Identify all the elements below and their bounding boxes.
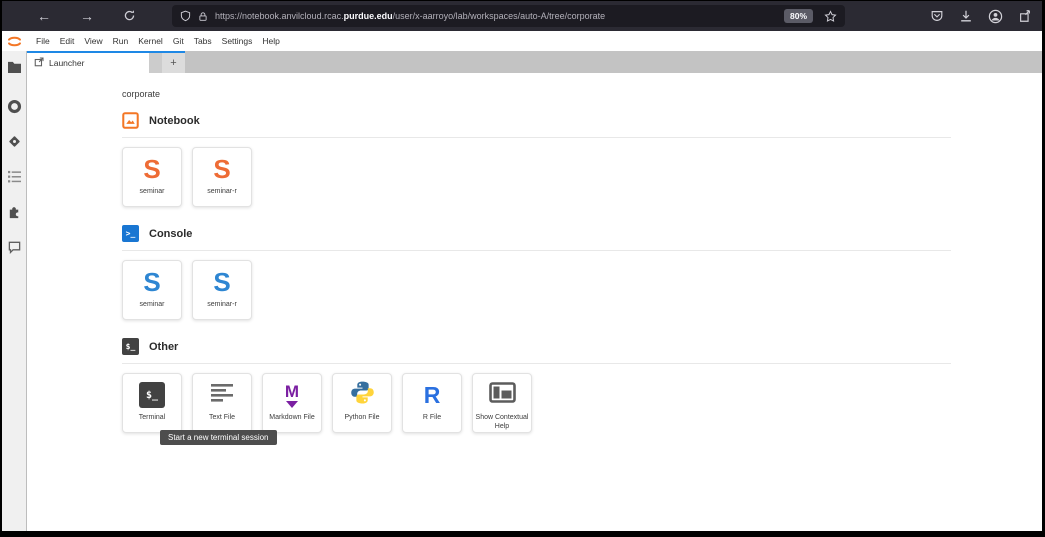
browser-toolbar: ← → https://notebook.anvilcloud.rcac.pur… [2,1,1042,31]
notebook-icon [122,112,139,129]
section-title: Other [149,341,178,353]
menu-file[interactable]: File [31,36,55,46]
browser-window: ← → https://notebook.anvilcloud.rcac.pur… [0,0,1045,537]
terminal-icon: $_ [139,382,165,408]
jupyterlab-menubar: File Edit View Run Kernel Git Tabs Setti… [2,31,1042,51]
launcher-card-r-file[interactable]: R R File [402,373,462,433]
section-title: Console [149,228,192,240]
tab-gap [149,53,162,73]
card-label: seminar-r [205,188,239,197]
launcher-card-console-seminar-r[interactable]: S seminar-r [192,260,252,320]
section-other: $_ Other $_ Terminal [122,338,951,433]
new-tab-button[interactable]: + [162,53,185,73]
card-label: Terminal [137,414,167,423]
extension-manager-icon[interactable] [7,204,22,219]
bookmark-star-icon[interactable] [824,10,837,23]
jupyter-logo [2,31,27,51]
menu-settings[interactable]: Settings [217,36,258,46]
pocket-icon[interactable] [930,9,944,23]
back-icon[interactable]: ← [37,9,51,23]
section-console: >_ Console S seminar S seminar-r [122,225,951,320]
console-icon: >_ [122,225,139,242]
url-text: https://notebook.anvilcloud.rcac.purdue.… [215,11,777,21]
terminal-tooltip: Start a new terminal session [160,430,277,445]
terminal-section-icon: $_ [122,338,139,355]
launcher-tab-icon [34,54,44,72]
zoom-level-badge[interactable]: 80% [784,9,813,23]
launcher-card-notebook-seminar-r[interactable]: S seminar-r [192,147,252,207]
dock-tab-bar: Launcher + [27,51,1042,73]
seminar-kernel-icon: S [143,269,160,295]
git-icon[interactable] [7,134,22,149]
seminar-r-kernel-icon: S [213,269,230,295]
card-label: seminar [138,188,167,197]
python-icon [350,380,375,410]
reload-icon[interactable] [123,9,136,24]
lock-icon[interactable] [198,11,208,22]
seminar-r-kernel-icon: S [213,156,230,182]
menu-kernel[interactable]: Kernel [133,36,168,46]
url-bar[interactable]: https://notebook.anvilcloud.rcac.purdue.… [172,5,845,27]
card-label: Markdown File [267,414,317,423]
menu-items: File Edit View Run Kernel Git Tabs Setti… [31,36,285,46]
launcher-card-markdown-file[interactable]: M Markdown File [262,373,322,433]
launcher-card-text-file[interactable]: Text File [192,373,252,433]
markdown-icon: M [285,383,299,408]
card-label: Python File [342,414,381,423]
card-label: Show Contextual Help [473,414,531,432]
tab-launcher-label: Launcher [49,58,84,68]
seminar-kernel-icon: S [143,156,160,182]
extension-icon[interactable] [1018,9,1032,23]
forward-icon[interactable]: → [80,9,94,23]
launcher-card-console-seminar[interactable]: S seminar [122,260,182,320]
menu-view[interactable]: View [79,36,107,46]
running-sessions-icon[interactable] [7,99,22,114]
r-icon: R [424,384,441,407]
menu-run[interactable]: Run [108,36,134,46]
chat-icon[interactable] [7,239,22,254]
shield-icon[interactable] [180,10,191,22]
launcher-card-python-file[interactable]: Python File [332,373,392,433]
section-title: Notebook [149,115,200,127]
file-browser-icon[interactable] [7,59,22,74]
tab-launcher[interactable]: Launcher [27,53,149,73]
downloads-icon[interactable] [959,9,973,23]
menu-edit[interactable]: Edit [55,36,80,46]
card-label: Text File [207,414,237,423]
card-label: R File [421,414,443,423]
url-domain: purdue.edu [344,11,393,21]
card-label: seminar-r [205,301,239,310]
section-notebook: Notebook S seminar S seminar-r [122,112,951,207]
menu-tabs[interactable]: Tabs [189,36,217,46]
launcher-card-notebook-seminar[interactable]: S seminar [122,147,182,207]
launcher-panel: corporate Notebook S seminar [27,73,1042,531]
contextual-help-icon [489,382,516,408]
current-directory-label: corporate [122,89,1042,99]
launcher-card-contextual-help[interactable]: Show Contextual Help [472,373,532,433]
table-of-contents-icon[interactable] [7,169,22,184]
card-label: seminar [138,301,167,310]
launcher-card-terminal[interactable]: $_ Terminal [122,373,182,433]
text-file-icon [209,383,235,408]
menu-help[interactable]: Help [257,36,284,46]
account-icon[interactable] [988,9,1003,24]
menu-git[interactable]: Git [168,36,189,46]
left-sidebar [2,51,27,531]
